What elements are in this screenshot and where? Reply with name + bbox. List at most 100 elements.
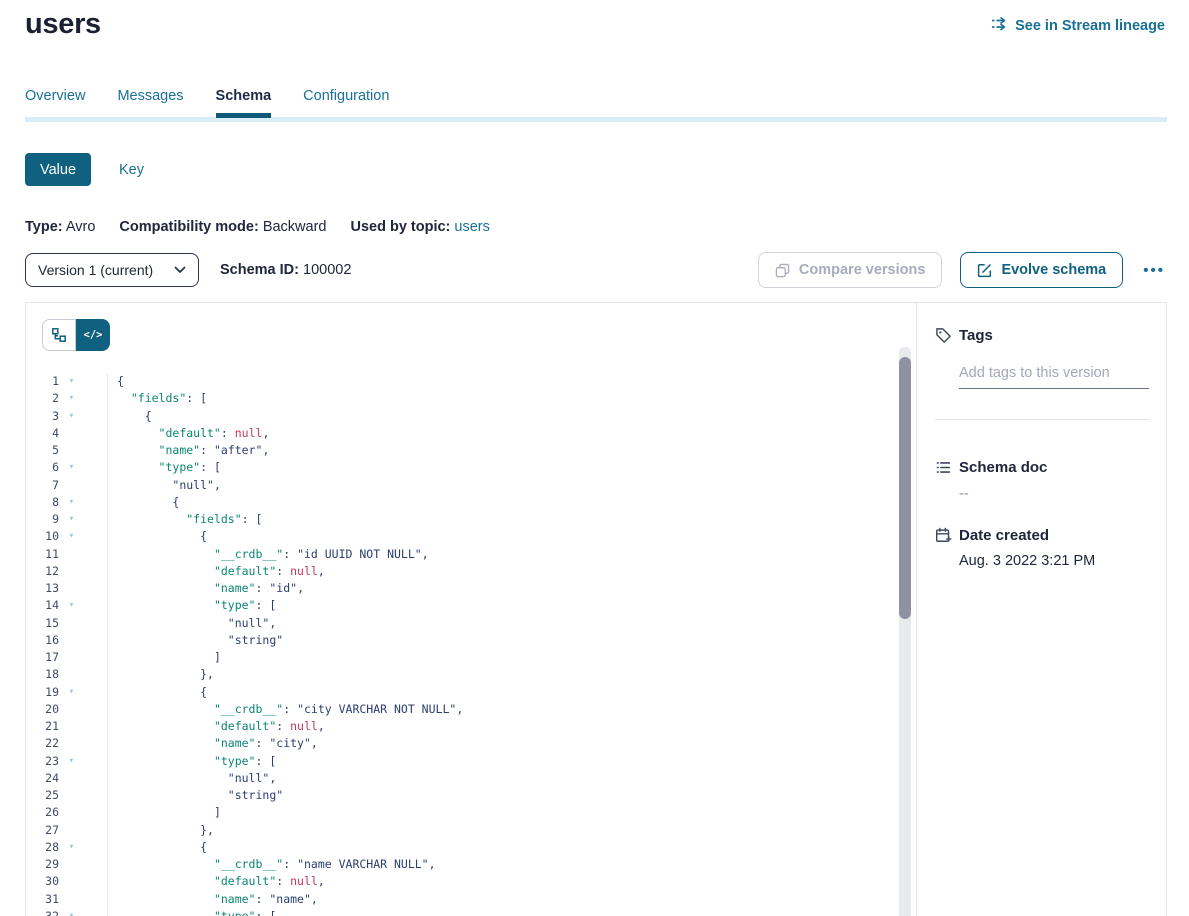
fold-arrow-icon[interactable]: ▾ <box>64 373 79 390</box>
tab-schema[interactable]: Schema <box>216 88 272 118</box>
schema-id-label: Schema ID: <box>220 262 299 278</box>
editor-view-toggle: </> <box>42 319 110 351</box>
editor-scrollbar-thumb[interactable] <box>899 357 911 619</box>
gutter-separator <box>79 649 108 666</box>
code-line-text: { <box>108 528 207 545</box>
evolve-schema-button[interactable]: Evolve schema <box>960 252 1123 288</box>
schema-doc-section: Schema doc -- <box>935 459 1150 502</box>
stream-lineage-icon <box>991 16 1008 35</box>
fold-arrow-icon[interactable]: ▾ <box>64 597 79 614</box>
code-line-text: ] <box>108 649 221 666</box>
more-options-button[interactable]: ••• <box>1141 258 1167 283</box>
line-number: 18 <box>26 666 64 683</box>
code-line: 21 "default": null, <box>26 718 916 735</box>
line-number: 22 <box>26 735 64 752</box>
tags-title: Tags <box>959 327 993 344</box>
fold-gutter <box>64 442 79 459</box>
code-line: 13 "name": "id", <box>26 580 916 597</box>
value-schema-button[interactable]: Value <box>25 153 91 186</box>
fold-arrow-icon[interactable]: ▾ <box>64 839 79 856</box>
code-line-text: "type": [ <box>108 459 221 476</box>
code-line: 5 "name": "after", <box>26 442 916 459</box>
code-line-text: "name": "id", <box>108 580 304 597</box>
gutter-separator <box>79 546 108 563</box>
compatibility-mode: Compatibility mode: Backward <box>119 219 326 235</box>
fold-arrow-icon[interactable]: ▾ <box>64 494 79 511</box>
version-select[interactable]: Version 1 (current) <box>25 253 199 287</box>
code-line: 2▾ "fields": [ <box>26 390 916 407</box>
fold-gutter <box>64 546 79 563</box>
stream-lineage-link[interactable]: See in Stream lineage <box>991 16 1165 35</box>
gutter-separator <box>79 908 108 916</box>
line-number: 13 <box>26 580 64 597</box>
tree-view-button[interactable] <box>42 319 76 351</box>
tab-overview[interactable]: Overview <box>25 88 85 118</box>
tab-messages[interactable]: Messages <box>117 88 183 118</box>
gutter-separator <box>79 770 108 787</box>
fold-arrow-icon[interactable]: ▾ <box>64 753 79 770</box>
code-line-text: { <box>108 839 207 856</box>
evolve-schema-label: Evolve schema <box>1001 262 1106 278</box>
line-number: 28 <box>26 839 64 856</box>
gutter-separator <box>79 390 108 407</box>
code-line-text: "string" <box>108 632 283 649</box>
schema-doc-value: -- <box>959 486 1150 502</box>
code-view-button[interactable]: </> <box>76 319 110 351</box>
fold-arrow-icon[interactable]: ▾ <box>64 511 79 528</box>
add-tags-input[interactable] <box>959 365 1149 389</box>
fold-gutter <box>64 787 79 804</box>
topic-link[interactable]: users <box>454 219 489 235</box>
fold-arrow-icon[interactable]: ▾ <box>64 684 79 701</box>
code-line-text: { <box>108 408 152 425</box>
code-line: 27 }, <box>26 822 916 839</box>
fold-arrow-icon[interactable]: ▾ <box>64 908 79 916</box>
code-line: 28▾ { <box>26 839 916 856</box>
tree-view-icon <box>51 327 67 343</box>
tag-icon <box>935 327 952 344</box>
code-line-text: "null", <box>108 770 276 787</box>
line-number: 7 <box>26 477 64 494</box>
line-number: 20 <box>26 701 64 718</box>
gutter-separator <box>79 822 108 839</box>
code-editor[interactable]: 1▾{2▾ "fields": [3▾ {4 "default": null,5… <box>26 373 916 916</box>
value-key-switch: Value Key <box>25 153 1167 186</box>
gutter-separator <box>79 373 108 390</box>
code-line-text: "type": [ <box>108 597 276 614</box>
fold-gutter <box>64 735 79 752</box>
compare-versions-icon <box>775 263 790 278</box>
code-line: 6▾ "type": [ <box>26 459 916 476</box>
editor-scrollbar[interactable] <box>899 347 911 916</box>
line-number: 9 <box>26 511 64 528</box>
code-line-text: "fields": [ <box>108 390 207 407</box>
code-line: 31 "name": "name", <box>26 891 916 908</box>
gutter-separator <box>79 804 108 821</box>
line-number: 26 <box>26 804 64 821</box>
code-view-icon: </> <box>84 329 103 341</box>
code-line: 22 "name": "city", <box>26 735 916 752</box>
fold-gutter <box>64 425 79 442</box>
edit-icon <box>977 263 992 278</box>
gutter-separator <box>79 580 108 597</box>
code-line-text: { <box>108 494 179 511</box>
gutter-separator <box>79 891 108 908</box>
fold-arrow-icon[interactable]: ▾ <box>64 528 79 545</box>
code-line-text: { <box>108 373 124 390</box>
code-line-text: "default": null, <box>108 718 325 735</box>
fold-arrow-icon[interactable]: ▾ <box>64 459 79 476</box>
fold-gutter <box>64 580 79 597</box>
gutter-separator <box>79 597 108 614</box>
line-number: 5 <box>26 442 64 459</box>
fold-gutter <box>64 701 79 718</box>
code-line-text: "name": "city", <box>108 735 318 752</box>
tab-configuration[interactable]: Configuration <box>303 88 389 118</box>
line-number: 14 <box>26 597 64 614</box>
key-schema-button[interactable]: Key <box>119 162 144 178</box>
compatibility-label: Compatibility mode: <box>119 219 258 235</box>
gutter-separator <box>79 856 108 873</box>
fold-arrow-icon[interactable]: ▾ <box>64 408 79 425</box>
gutter-separator <box>79 666 108 683</box>
fold-arrow-icon[interactable]: ▾ <box>64 390 79 407</box>
doc-list-icon <box>935 459 952 476</box>
line-number: 29 <box>26 856 64 873</box>
compare-versions-button[interactable]: Compare versions <box>758 252 943 288</box>
